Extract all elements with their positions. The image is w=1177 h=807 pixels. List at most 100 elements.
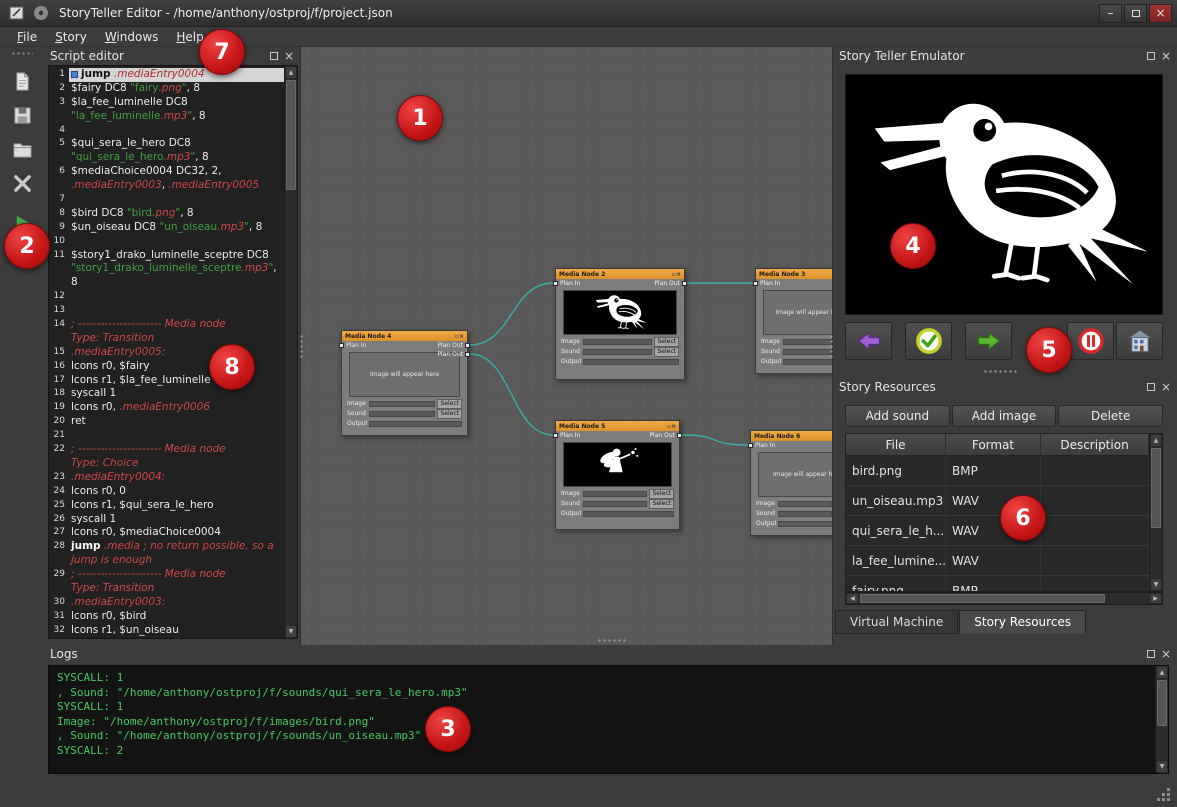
code-line[interactable]: 9$un_oiseau DC8 "un_oiseau.mp3", 8 <box>49 221 284 235</box>
open-button[interactable] <box>7 134 37 164</box>
select-button[interactable]: Select <box>654 347 679 357</box>
panel-drag-handle[interactable] <box>983 369 1019 374</box>
code-line[interactable]: 30.mediaEntry0003: <box>49 596 284 610</box>
code-line[interactable]: 13 <box>49 304 284 318</box>
input-port[interactable] <box>753 281 758 286</box>
save-button[interactable] <box>7 100 37 130</box>
code-line[interactable]: "la_fee_luminelle.mp3", 8 <box>49 110 284 124</box>
menu-story[interactable]: Story <box>46 29 96 45</box>
emulator-back-button[interactable] <box>845 322 892 360</box>
code-line[interactable]: jump is enough <box>49 554 284 568</box>
float-icon[interactable] <box>1147 650 1155 658</box>
emulator-validate-button[interactable] <box>905 322 952 360</box>
close-icon[interactable]: × <box>284 51 294 61</box>
script-editor-scrollbar[interactable]: ▲ ▼ <box>284 66 297 638</box>
code-line[interactable]: 28jump .media ; no return possible, so a <box>49 540 284 554</box>
table-row[interactable]: bird.pngBMP <box>846 456 1149 486</box>
code-line[interactable]: 4 <box>49 124 284 138</box>
resources-table-scrollbar[interactable]: ▲ ▼ <box>1149 434 1162 591</box>
code-line[interactable]: 12 <box>49 290 284 304</box>
resources-horizontal-scrollbar[interactable]: ◀ ▶ <box>845 592 1163 605</box>
code-line[interactable]: 18syscall 1 <box>49 387 284 401</box>
code-line[interactable]: 26syscall 1 <box>49 513 284 527</box>
code-line[interactable]: Type: Transition <box>49 332 284 346</box>
code-line[interactable]: 21 <box>49 429 284 443</box>
input-port[interactable] <box>339 343 344 348</box>
table-row[interactable]: un_oiseau.mp3WAV <box>846 486 1149 516</box>
select-button[interactable]: Select <box>654 337 679 347</box>
node-title-bar[interactable]: Media Node 4▫× <box>342 331 467 341</box>
tab-story-resources[interactable]: Story Resources <box>959 610 1086 634</box>
code-line[interactable]: 11$story1_drako_luminelle_sceptre DC8 <box>49 249 284 263</box>
code-line[interactable]: Type: Choice <box>49 457 284 471</box>
output-port[interactable] <box>677 433 682 438</box>
media-node-media-node-2[interactable]: Media Node 2▫×Plan InPlan OutImageSelect… <box>555 268 685 380</box>
node-window-icons[interactable]: ▫× <box>667 423 676 430</box>
output-port[interactable] <box>465 352 470 357</box>
column-header-description[interactable]: Description <box>1041 434 1149 456</box>
code-line[interactable]: 8 <box>49 276 284 290</box>
emulator-home-button[interactable] <box>1116 322 1163 360</box>
code-line[interactable]: 31lcons r0, $bird <box>49 610 284 624</box>
table-row[interactable]: la_fee_lumine...WAV <box>846 546 1149 576</box>
toolbar-drag-handle[interactable] <box>11 51 33 56</box>
code-line[interactable]: 19lcons r0, .mediaEntry0006 <box>49 401 284 415</box>
media-node-media-node-5[interactable]: Media Node 5▫×Plan InPlan OutImageSelect… <box>555 420 680 530</box>
output-port[interactable] <box>682 281 687 286</box>
menu-windows[interactable]: Windows <box>96 29 168 45</box>
scroll-up-icon[interactable]: ▲ <box>285 66 297 79</box>
node-title-bar[interactable]: Media Node 6▫× <box>751 431 833 441</box>
emulator-pause-button[interactable] <box>1067 322 1114 360</box>
scroll-down-icon[interactable]: ▼ <box>285 625 297 638</box>
code-line[interactable]: 7 <box>49 193 284 207</box>
code-line[interactable]: 10 <box>49 235 284 249</box>
code-line[interactable]: Type: Transition <box>49 582 284 596</box>
select-button[interactable]: Select <box>649 499 674 509</box>
scroll-down-icon[interactable]: ▼ <box>1156 760 1168 773</box>
input-port[interactable] <box>748 443 753 448</box>
code-line[interactable]: 1jump .mediaEntry0004 <box>49 68 284 82</box>
code-line[interactable]: 22; ---------------------- Media node <box>49 443 284 457</box>
node-canvas[interactable]: Media Node 4▫×Plan InPlan OutPlan OutIma… <box>300 47 833 645</box>
media-node-media-node-4[interactable]: Media Node 4▫×Plan InPlan OutPlan OutIma… <box>341 330 468 436</box>
splitter-handle-vertical-left[interactable] <box>299 334 304 360</box>
code-line[interactable]: 6$mediaChoice0004 DC32, 2, <box>49 165 284 179</box>
code-line[interactable]: 25lcons r1, $qui_sera_le_hero <box>49 499 284 513</box>
table-row[interactable]: fairy.pngBMP <box>846 576 1149 592</box>
code-line[interactable]: "story1_drako_luminelle_sceptre.mp3", <box>49 262 284 276</box>
float-icon[interactable] <box>270 52 278 60</box>
select-button[interactable]: Select <box>437 399 462 409</box>
code-line[interactable]: 2$fairy DC8 "fairy.png", 8 <box>49 82 284 96</box>
script-editor[interactable]: 1jump .mediaEntry00042$fairy DC8 "fairy.… <box>48 65 298 639</box>
input-port[interactable] <box>553 433 558 438</box>
delete-button[interactable]: Delete <box>1058 405 1163 427</box>
scrollbar-thumb[interactable] <box>286 80 296 190</box>
tab-virtual-machine[interactable]: Virtual Machine <box>835 610 958 634</box>
column-header-format[interactable]: Format <box>946 434 1041 456</box>
maximize-button[interactable] <box>1124 4 1147 23</box>
code-line[interactable]: 3$la_fee_luminelle DC8 <box>49 96 284 110</box>
code-line[interactable]: 5$qui_sera_le_hero DC8 <box>49 137 284 151</box>
code-line[interactable]: 23.mediaEntry0004: <box>49 471 284 485</box>
node-title-bar[interactable]: Media Node 5▫× <box>556 421 679 431</box>
media-node-media-node-3[interactable]: Media Node 3▫×Plan InImage will appear h… <box>755 268 833 374</box>
code-line[interactable]: 32lcons r1, $un_oiseau <box>49 624 284 638</box>
code-line[interactable]: "qui_sera_le_hero.mp3", 8 <box>49 151 284 165</box>
scroll-down-icon[interactable]: ▼ <box>1150 578 1162 591</box>
node-title-bar[interactable]: Media Node 2▫× <box>556 269 684 279</box>
select-button[interactable]: Select <box>649 489 674 499</box>
add-sound-button[interactable]: Add sound <box>845 405 950 427</box>
close-project-button[interactable] <box>7 168 37 198</box>
output-port[interactable] <box>465 343 470 348</box>
media-node-media-node-6[interactable]: Media Node 6▫×Plan InImage will appear h… <box>750 430 833 536</box>
scroll-left-icon[interactable]: ◀ <box>846 593 859 604</box>
scrollbar-thumb[interactable] <box>1151 448 1161 528</box>
code-line[interactable]: 20ret <box>49 415 284 429</box>
code-line[interactable]: 29; ---------------------- Media node <box>49 568 284 582</box>
column-header-file[interactable]: File <box>846 434 946 456</box>
code-line[interactable]: 24lcons r0, 0 <box>49 485 284 499</box>
input-port[interactable] <box>553 281 558 286</box>
scrollbar-thumb[interactable] <box>860 594 1105 603</box>
logs-scrollbar[interactable]: ▲ ▼ <box>1155 666 1168 773</box>
close-icon[interactable]: × <box>1161 649 1171 659</box>
